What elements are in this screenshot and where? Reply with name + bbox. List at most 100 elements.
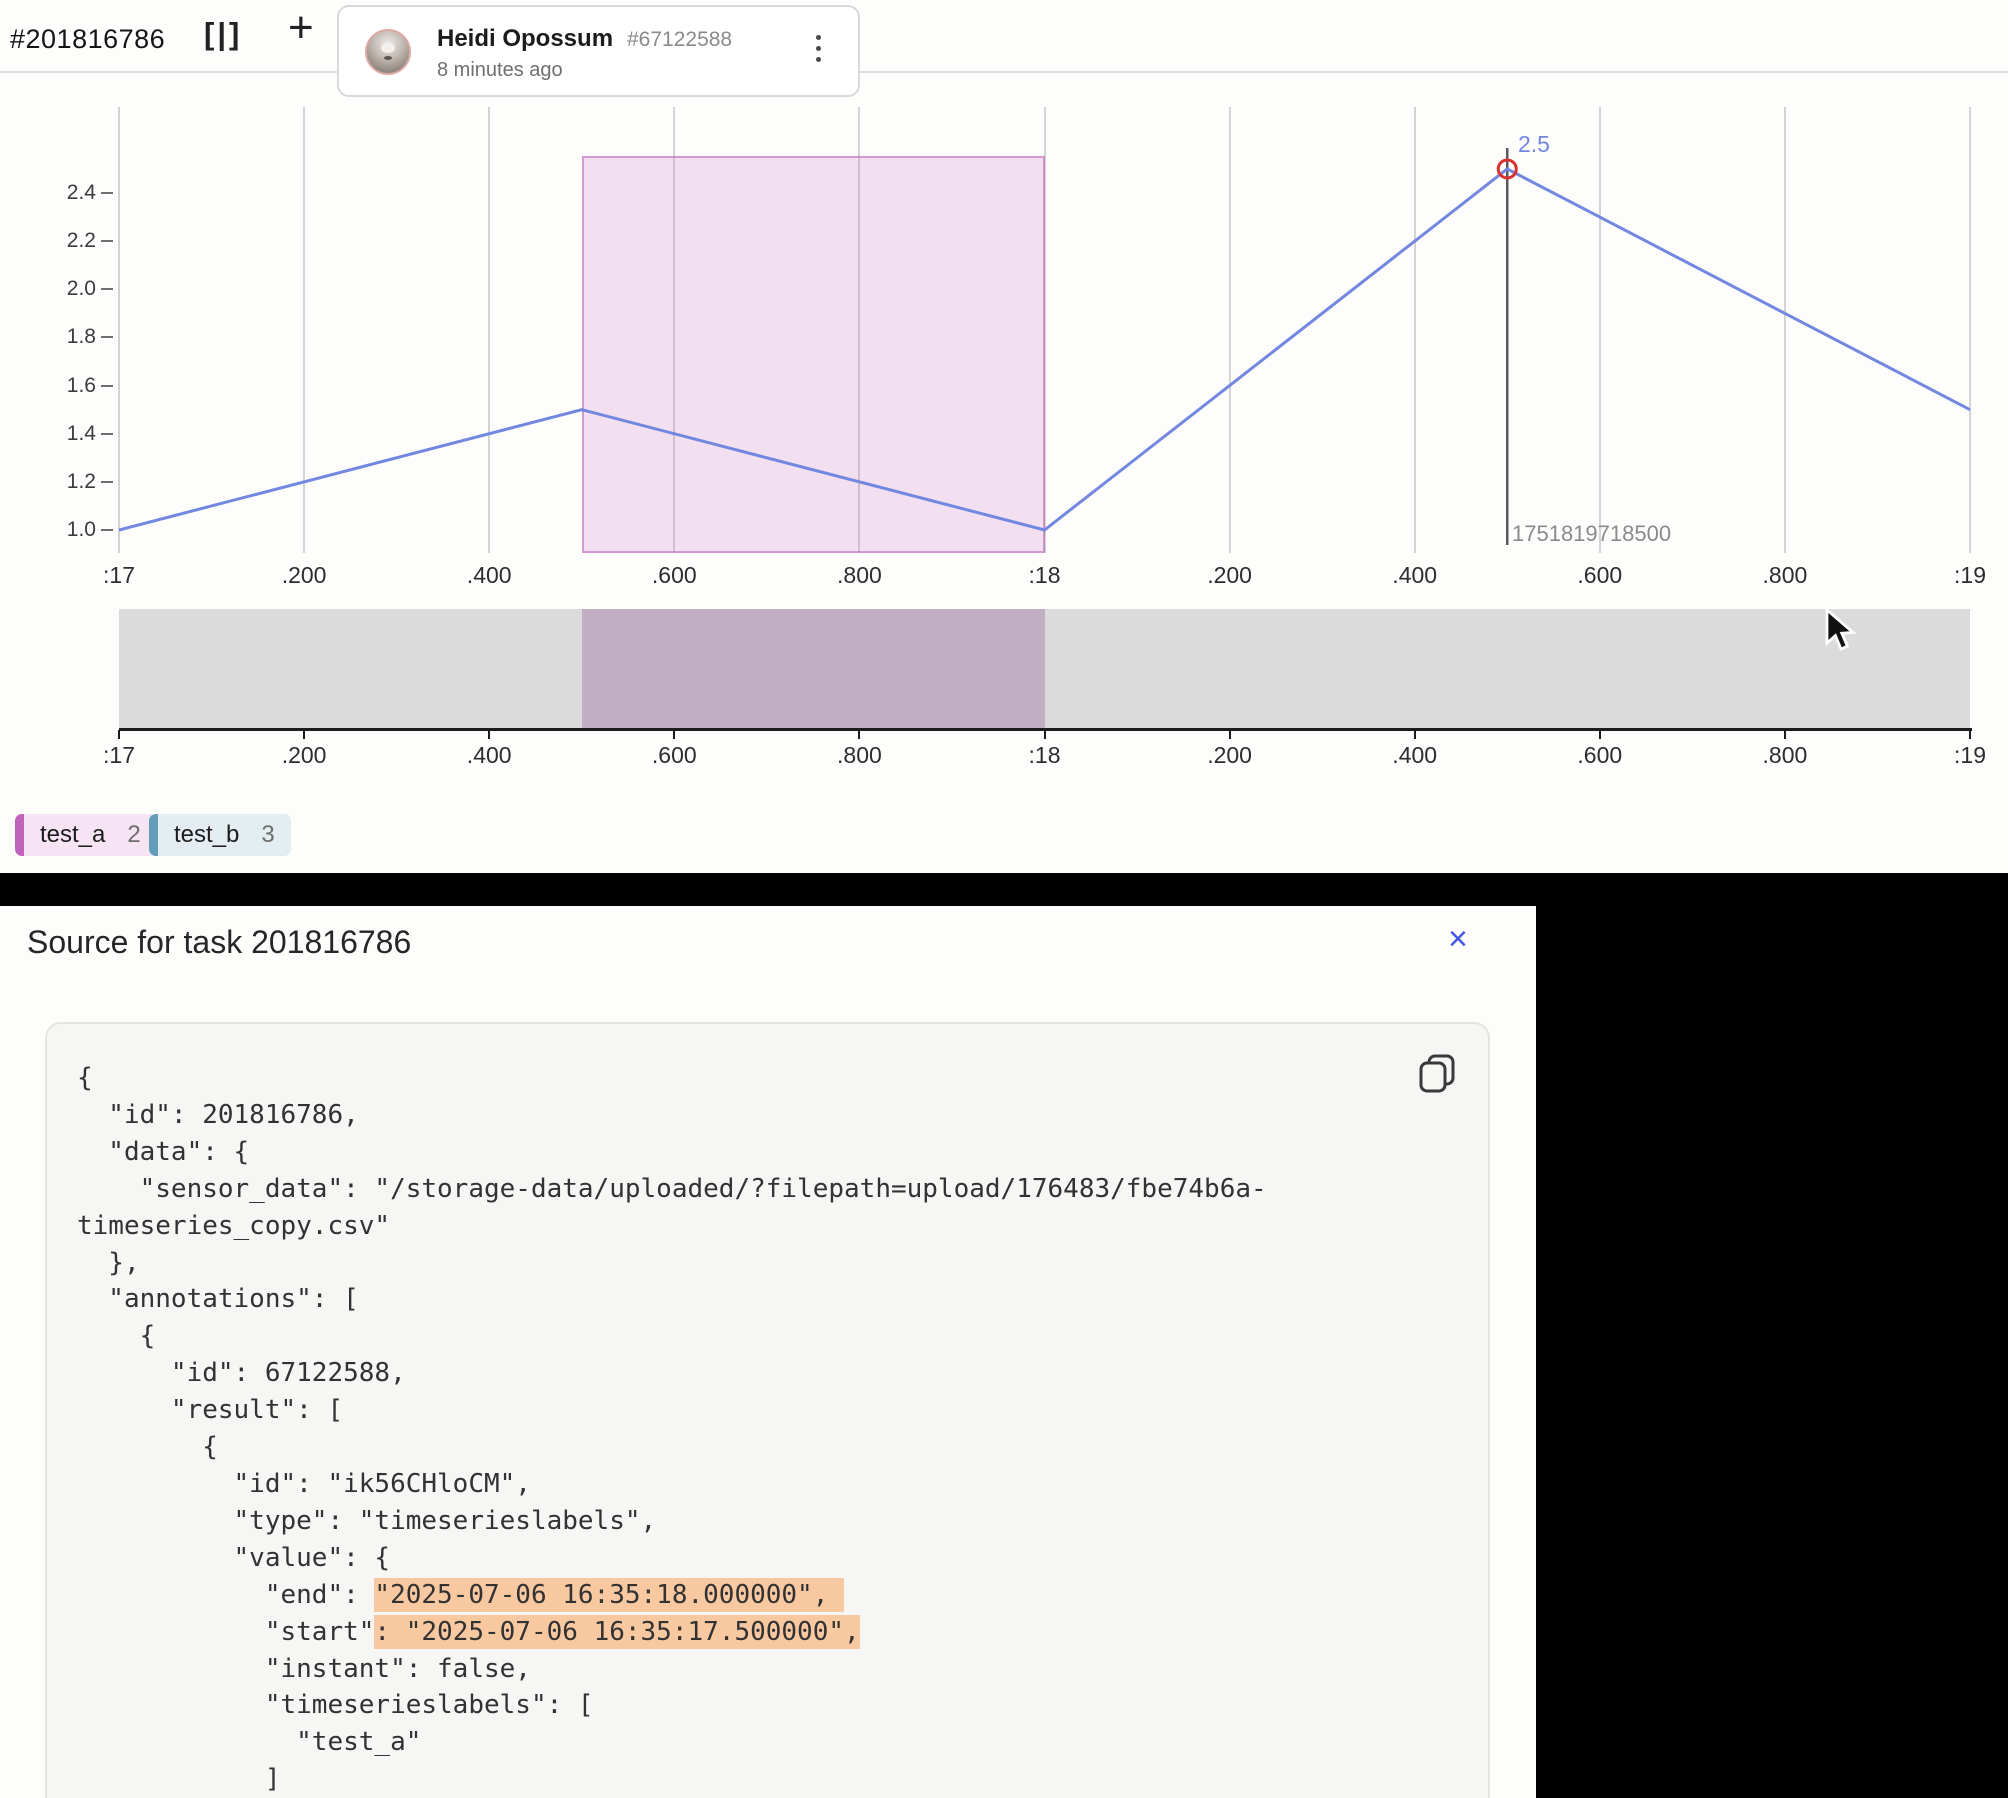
gridline [303, 107, 305, 553]
add-annotation-button[interactable]: + [288, 6, 314, 50]
topbar-divider [0, 71, 2008, 73]
y-axis-tick-label: 1.2 [36, 470, 96, 494]
minimap-tick [303, 730, 305, 739]
chip-count: 3 [261, 821, 274, 849]
annotation-time-ago: 8 minutes ago [437, 59, 563, 82]
y-axis-tick [101, 192, 113, 194]
gridline [1784, 107, 1786, 553]
minimap-tick-label: :19 [1954, 742, 1986, 769]
annotation-tab[interactable]: Heidi Opossum #67122588 8 minutes ago [337, 5, 860, 97]
y-axis-tick-label: 1.6 [36, 374, 96, 398]
minimap-tick [1784, 730, 1786, 739]
minimap-tick [858, 730, 860, 739]
y-axis-tick [101, 481, 113, 483]
minimap-tick-label: .400 [467, 742, 512, 769]
modal-title: Source for task 201816786 [27, 924, 411, 961]
gridline [1969, 107, 1971, 553]
minimap-tick-label: .800 [1763, 742, 1808, 769]
chip-accent-bar [149, 814, 158, 856]
x-axis-tick-label: .800 [1763, 562, 1808, 589]
kebab-menu-icon[interactable] [816, 35, 822, 68]
minimap-tick-label: :18 [1029, 742, 1061, 769]
annotation-id: #67122588 [627, 28, 732, 52]
code-line: "instant": false, [77, 1651, 1458, 1688]
task-source-code-block: { "id": 201816786, "data": { "sensor_dat… [45, 1022, 1490, 1798]
gridline [488, 107, 490, 553]
annotation-region-test-a[interactable] [582, 156, 1045, 553]
x-axis-tick-label: .600 [652, 562, 697, 589]
selected-point-value-label: 2.5 [1518, 131, 1550, 158]
gridline [1599, 107, 1601, 553]
x-axis-tick-label: .200 [1207, 562, 1252, 589]
code-line: }, [77, 1245, 1458, 1282]
minimap-tick-label: .200 [1207, 742, 1252, 769]
code-line: "type": "timeserieslabels", [77, 1503, 1458, 1540]
x-axis-tick-label: .800 [837, 562, 882, 589]
user-avatar [365, 29, 411, 75]
code-line: "value": { [77, 1540, 1458, 1577]
chip-count: 2 [127, 821, 140, 849]
code-line: "sensor_data": "/storage-data/uploaded/?… [77, 1171, 1458, 1208]
code-line: { [77, 1429, 1458, 1466]
chip-label: test_b [174, 821, 239, 849]
code-line: "result": [ [77, 1392, 1458, 1429]
code-line: { [77, 1060, 1458, 1097]
y-axis-tick-label: 2.2 [36, 229, 96, 253]
x-axis-tick-label: .400 [1392, 562, 1437, 589]
gridline [118, 107, 120, 553]
minimap-tick-label: :17 [103, 742, 135, 769]
x-axis-tick-label: :19 [1954, 562, 1986, 589]
y-axis-tick [101, 336, 113, 338]
task-id-label: #201816786 [10, 24, 165, 55]
x-axis-tick-label: .400 [467, 562, 512, 589]
minimap-tick [1044, 730, 1046, 739]
x-axis-tick-label: .200 [282, 562, 327, 589]
minimap-tick [488, 730, 490, 739]
y-axis-tick [101, 240, 113, 242]
overview-minimap[interactable] [119, 609, 1970, 728]
selected-point-timestamp-label: 1751819718500 [1512, 521, 1671, 547]
code-line: { [77, 1318, 1458, 1355]
minimap-tick-label: .600 [652, 742, 697, 769]
copy-icon[interactable] [1414, 1050, 1460, 1096]
x-axis-tick-label: :18 [1029, 562, 1061, 589]
y-axis-tick-label: 1.4 [36, 422, 96, 446]
minimap-tick-label: .200 [282, 742, 327, 769]
minimap-tick [1599, 730, 1601, 739]
code-line: "id": "ik56CHloCM", [77, 1466, 1458, 1503]
code-line: "data": { [77, 1134, 1458, 1171]
code-line: ] [77, 1761, 1458, 1798]
code-line: "id": 67122588, [77, 1355, 1458, 1392]
minimap-tick [118, 730, 120, 739]
y-axis-tick [101, 433, 113, 435]
source-modal: Source for task 201816786 × { "id": 2018… [0, 906, 1536, 1798]
columns-layout-icon[interactable]: [|] [204, 16, 242, 52]
annotation-workspace: #201816786 [|] + Heidi Opossum #67122588… [0, 0, 2008, 873]
x-axis-tick-label: :17 [103, 562, 135, 589]
close-icon[interactable]: × [1448, 920, 1468, 959]
y-axis-tick-label: 2.0 [36, 277, 96, 301]
code-line: "annotations": [ [77, 1281, 1458, 1318]
minimap-tick [1969, 730, 1971, 739]
minimap-tick [1414, 730, 1416, 739]
minimap-annotation-region[interactable] [582, 609, 1045, 728]
y-axis-tick-label: 2.4 [36, 181, 96, 205]
minimap-tick-label: .800 [837, 742, 882, 769]
minimap-tick [673, 730, 675, 739]
highlighted-code: "2025-07-06 16:35:18.000000", [374, 1578, 844, 1612]
y-axis-tick [101, 385, 113, 387]
x-axis-tick-label: .600 [1577, 562, 1622, 589]
minimap-tick [1229, 730, 1231, 739]
minimap-tick-label: .600 [1577, 742, 1622, 769]
annotator-name: Heidi Opossum [437, 25, 613, 53]
label-chip-test-a[interactable]: test_a 2 [15, 814, 157, 856]
y-axis-tick [101, 288, 113, 290]
gridline [1414, 107, 1416, 553]
y-axis-tick [101, 529, 113, 531]
code-line: "id": 201816786, [77, 1097, 1458, 1134]
label-chip-test-b[interactable]: test_b 3 [149, 814, 291, 856]
y-axis-tick-label: 1.8 [36, 325, 96, 349]
code-line: "start": "2025-07-06 16:35:17.500000", [77, 1614, 1458, 1651]
y-axis-tick-label: 1.0 [36, 518, 96, 542]
chip-accent-bar [15, 814, 24, 856]
